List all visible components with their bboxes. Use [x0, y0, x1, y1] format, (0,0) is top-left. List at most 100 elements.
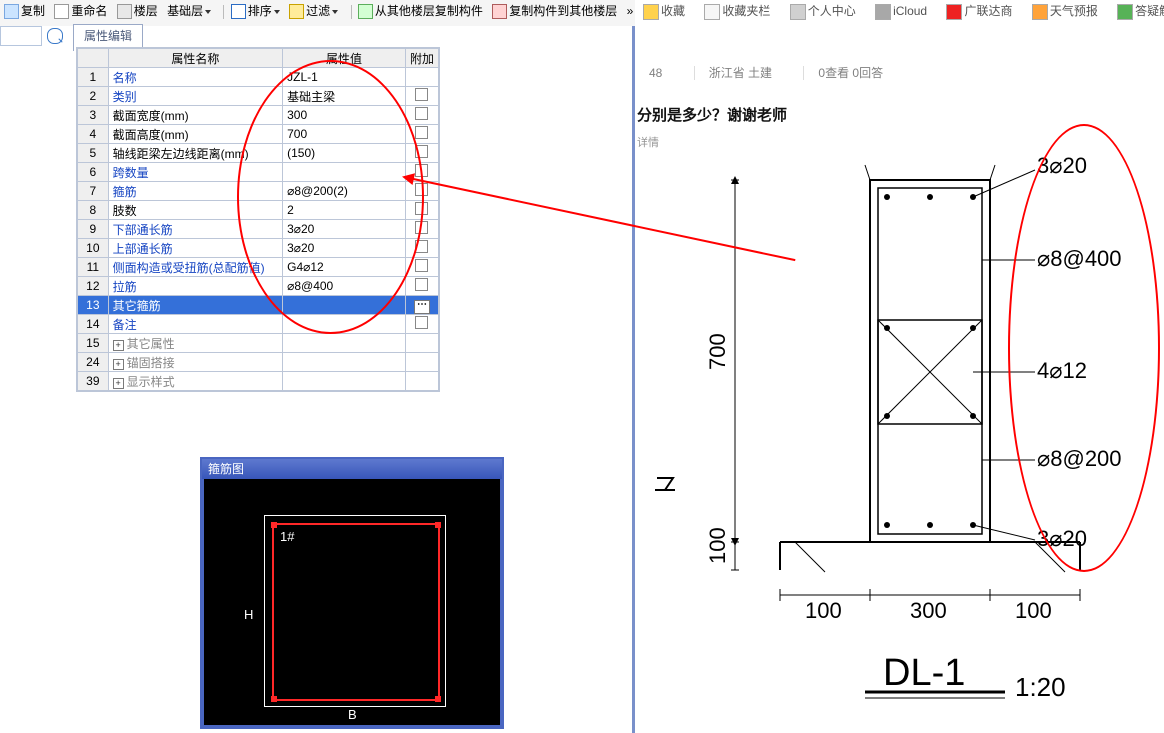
- copy-to-button[interactable]: 复制构件到其他楼层: [492, 2, 617, 19]
- icloud-button[interactable]: iCloud: [875, 4, 927, 20]
- basic-layer-dropdown[interactable]: 基础层: [167, 2, 211, 19]
- checkbox[interactable]: [415, 164, 428, 177]
- table-row[interactable]: 39+显示样式: [78, 372, 439, 391]
- checkbox[interactable]: [415, 202, 428, 215]
- row-value[interactable]: 700: [283, 125, 406, 144]
- row-add[interactable]: [405, 277, 438, 296]
- copy-icon: [4, 4, 19, 19]
- row-name: 类别: [108, 87, 282, 106]
- row-add[interactable]: [405, 201, 438, 220]
- checkbox[interactable]: [415, 107, 428, 120]
- table-row[interactable]: 13其它箍筋⋯: [78, 296, 439, 315]
- row-add[interactable]: [405, 144, 438, 163]
- stirrup-canvas: 1# H B: [204, 479, 500, 725]
- row-add[interactable]: [405, 106, 438, 125]
- row-add[interactable]: [405, 163, 438, 182]
- row-value[interactable]: ⌀8@200(2): [283, 182, 406, 201]
- row-value[interactable]: ⌀8@400: [283, 277, 406, 296]
- row-add[interactable]: [405, 68, 438, 87]
- row-add[interactable]: [405, 87, 438, 106]
- expand-icon[interactable]: +: [113, 340, 124, 351]
- table-row[interactable]: 8肢数2: [78, 201, 439, 220]
- user-center-button[interactable]: 个人中心: [790, 2, 856, 20]
- table-row[interactable]: 9下部通长筋3⌀20: [78, 220, 439, 239]
- row-value[interactable]: G4⌀12: [283, 258, 406, 277]
- search-icon[interactable]: [47, 28, 63, 44]
- table-row[interactable]: 11侧面构造或受扭筋(总配筋值)G4⌀12: [78, 258, 439, 277]
- faq-button[interactable]: 答疑解惑: [1117, 2, 1164, 20]
- glodon-button[interactable]: 广联达商: [946, 2, 1012, 20]
- row-add[interactable]: [405, 258, 438, 277]
- weather-button[interactable]: 天气预报: [1032, 2, 1098, 20]
- row-add[interactable]: [405, 220, 438, 239]
- search-input[interactable]: [0, 26, 42, 46]
- rename-button[interactable]: 重命名: [54, 2, 107, 19]
- checkbox[interactable]: [415, 88, 428, 101]
- row-value[interactable]: [283, 372, 406, 391]
- fav-button[interactable]: 收藏: [643, 2, 685, 20]
- row-add[interactable]: [405, 353, 438, 372]
- checkbox[interactable]: [415, 259, 428, 272]
- sort-button[interactable]: 排序: [231, 2, 280, 19]
- row-value[interactable]: (150): [283, 144, 406, 163]
- table-row[interactable]: 24+锚固搭接: [78, 353, 439, 372]
- table-row[interactable]: 1名称JZL-1: [78, 68, 439, 87]
- table-row[interactable]: 7箍筋⌀8@200(2): [78, 182, 439, 201]
- row-add[interactable]: ⋯: [405, 296, 438, 315]
- meta-line: 48 浙江省 土建 0查看 0回答: [635, 64, 897, 81]
- row-value[interactable]: [283, 315, 406, 334]
- label-top-bar: 3⌀20: [1037, 153, 1087, 178]
- filter-button[interactable]: 过滤: [289, 2, 338, 19]
- table-row[interactable]: 5轴线距梁左边线距离(mm)(150): [78, 144, 439, 163]
- row-value[interactable]: 基础主梁: [283, 87, 406, 106]
- checkbox[interactable]: [415, 126, 428, 139]
- label-stirrup: ⌀8@200: [1037, 446, 1122, 471]
- table-row[interactable]: 6跨数量: [78, 163, 439, 182]
- table-row[interactable]: 4截面高度(mm)700: [78, 125, 439, 144]
- row-name: 截面宽度(mm): [108, 106, 282, 125]
- expand-icon[interactable]: +: [113, 378, 124, 389]
- row-name: 其它箍筋: [108, 296, 282, 315]
- ellipsis-icon[interactable]: ⋯: [414, 300, 430, 314]
- checkbox[interactable]: [415, 145, 428, 158]
- property-table: 属性名称 属性值 附加 1名称JZL-12类别基础主梁3截面宽度(mm)3004…: [76, 47, 440, 392]
- row-value[interactable]: [283, 163, 406, 182]
- table-row[interactable]: 12拉筋⌀8@400: [78, 277, 439, 296]
- copy-from-button[interactable]: 从其他楼层复制构件: [358, 2, 483, 19]
- row-add[interactable]: [405, 239, 438, 258]
- row-value[interactable]: [283, 296, 406, 315]
- row-value[interactable]: 3⌀20: [283, 239, 406, 258]
- floor-button[interactable]: 楼层: [117, 2, 158, 19]
- splitter-handle[interactable]: [627, 0, 635, 733]
- table-row[interactable]: 2类别基础主梁: [78, 87, 439, 106]
- row-value[interactable]: 3⌀20: [283, 220, 406, 239]
- user-icon: [790, 4, 806, 20]
- row-add[interactable]: [405, 182, 438, 201]
- row-value[interactable]: 2: [283, 201, 406, 220]
- row-add[interactable]: [405, 334, 438, 353]
- favfolder-button[interactable]: 收藏夹栏: [704, 2, 770, 20]
- filter-icon: [289, 4, 304, 19]
- row-name: +其它属性: [108, 334, 282, 353]
- row-value[interactable]: JZL-1: [283, 68, 406, 87]
- row-value[interactable]: 300: [283, 106, 406, 125]
- row-value[interactable]: [283, 353, 406, 372]
- row-value[interactable]: [283, 334, 406, 353]
- table-row[interactable]: 14备注: [78, 315, 439, 334]
- row-num: 5: [78, 144, 109, 163]
- expand-icon[interactable]: +: [113, 359, 124, 370]
- meta-code: 48: [649, 66, 662, 80]
- row-add[interactable]: [405, 125, 438, 144]
- row-add[interactable]: [405, 372, 438, 391]
- table-row[interactable]: 3截面宽度(mm)300: [78, 106, 439, 125]
- checkbox[interactable]: [415, 221, 428, 234]
- checkbox[interactable]: [415, 278, 428, 291]
- checkbox[interactable]: [415, 240, 428, 253]
- row-add[interactable]: [405, 315, 438, 334]
- checkbox[interactable]: [415, 183, 428, 196]
- checkbox[interactable]: [415, 316, 428, 329]
- sun-icon: [1032, 4, 1048, 20]
- copy-button[interactable]: 复制: [4, 2, 45, 19]
- table-row[interactable]: 15+其它属性: [78, 334, 439, 353]
- table-row[interactable]: 10上部通长筋3⌀20: [78, 239, 439, 258]
